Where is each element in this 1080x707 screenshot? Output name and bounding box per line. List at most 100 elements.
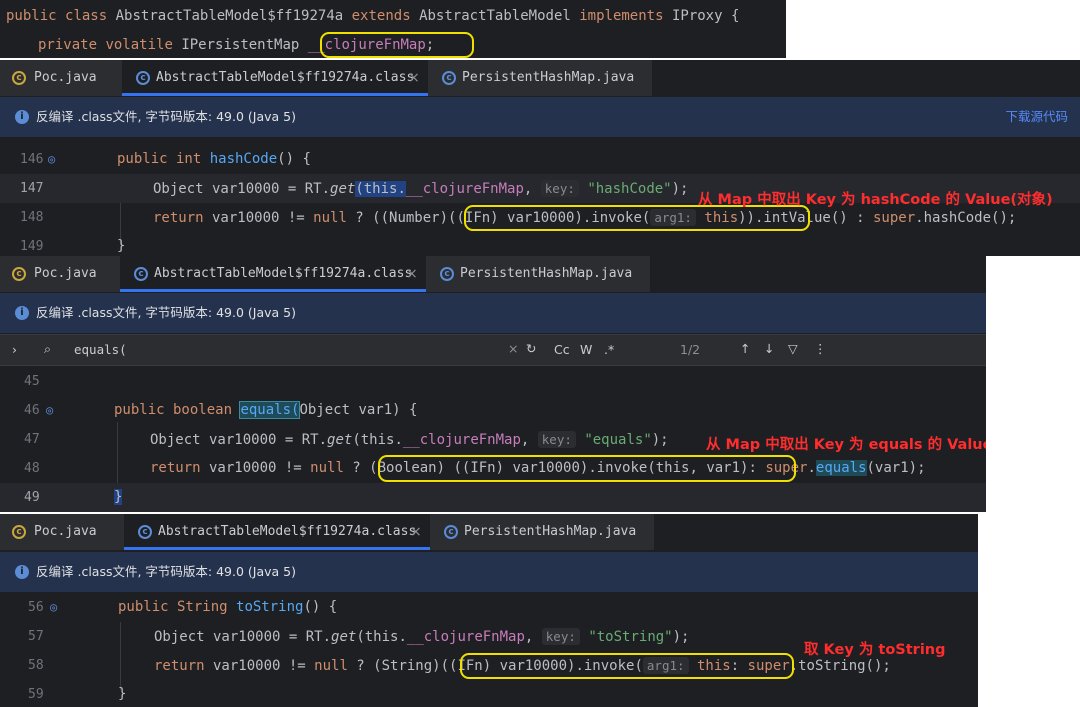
class-file-icon: c: [136, 71, 150, 85]
download-sources-link[interactable]: 下载源代码: [1005, 97, 1068, 137]
editor-panel-equals: c Poc.java c AbstractTableModel$ff19274a.c…: [0, 256, 986, 512]
keyword: super: [873, 210, 916, 226]
line-number: 48: [24, 461, 40, 476]
code-text: (this.: [356, 629, 407, 645]
next-match-icon[interactable]: ↓: [764, 341, 774, 356]
line-number: 147: [20, 181, 44, 196]
code-text: Object var1) {: [299, 402, 418, 418]
keyword: null: [314, 658, 348, 674]
tab-persistenthashmap-java[interactable]: c PersistentHashMap.java: [430, 514, 654, 550]
tab-poc-java[interactable]: c Poc.java: [0, 256, 120, 292]
line-number: 59: [28, 687, 44, 702]
code-text: ,: [523, 181, 541, 197]
more-options-icon[interactable]: ⋮: [814, 341, 827, 356]
tab-label: Poc.java: [34, 70, 97, 85]
field-highlight-box: [320, 32, 474, 58]
override-marker-icon[interactable]: ◎: [48, 145, 55, 174]
info-text: 反编译 .class文件, 字节码版本: 49.0 (Java 5): [36, 305, 296, 320]
previous-match-icon[interactable]: ↑: [740, 341, 750, 356]
class-file-icon: c: [134, 267, 148, 281]
java-file-icon: c: [12, 267, 26, 281]
filter-icon[interactable]: ▽: [788, 341, 798, 356]
method-name: toString: [236, 599, 304, 615]
invoke-highlight-box: [460, 653, 794, 679]
line-number: 146: [20, 152, 44, 167]
override-marker-icon[interactable]: ◎: [50, 593, 57, 622]
annotation-tostring: 取 Key 为 toString: [804, 642, 946, 658]
search-input[interactable]: equals(: [74, 342, 127, 357]
tab-label: PersistentHashMap.java: [462, 70, 635, 85]
base-class: AbstractTableModel: [419, 8, 571, 24]
annotation-equals: 从 Map 中取出 Key 为 equals 的 Value (对象): [706, 437, 986, 453]
code-text: var10000 !=: [203, 210, 314, 226]
code-text: ,: [520, 432, 538, 448]
tab-poc-java[interactable]: c Poc.java: [0, 60, 122, 96]
match-case-toggle[interactable]: Cc: [554, 342, 570, 357]
editor-tabs: c Poc.java c AbstractTableModel$ff19274a.c…: [0, 256, 650, 292]
whole-word-toggle[interactable]: W: [580, 342, 592, 357]
match-count: 1/2: [680, 342, 701, 357]
close-icon[interactable]: ×: [408, 60, 420, 96]
tab-label: Poc.java: [34, 524, 97, 539]
clear-icon[interactable]: ×: [508, 341, 518, 356]
tab-label: AbstractTableModel$ff19274a.class: [158, 524, 417, 539]
tab-label: Poc.java: [34, 266, 97, 281]
code-text: );: [672, 629, 690, 645]
tab-persistenthashmap-java[interactable]: c PersistentHashMap.java: [428, 60, 652, 96]
tab-persistenthashmap-java[interactable]: c PersistentHashMap.java: [426, 256, 650, 292]
line-number: 149: [20, 239, 44, 254]
code-text: (this.: [355, 181, 406, 197]
code-text: ? (String): [347, 658, 441, 674]
line-number: 47: [24, 432, 40, 447]
regex-toggle[interactable]: .*: [604, 342, 614, 357]
tab-label: PersistentHashMap.java: [460, 266, 633, 281]
parameter-hint: key:: [537, 431, 576, 448]
method-name: equals(: [239, 401, 301, 419]
info-text: 反编译 .class文件, 字节码版本: 49.0 (Java 5): [36, 564, 296, 579]
close-icon[interactable]: ×: [406, 256, 418, 292]
code-line: 146 ◎ public int hashCode() {: [0, 145, 1080, 174]
keyword: public boolean: [114, 402, 241, 418]
expand-chevron-icon[interactable]: ›: [12, 342, 17, 357]
code-line: 149 }: [0, 232, 1080, 256]
class-name: AbstractTableModel$ff19274a: [115, 8, 344, 24]
type-name: IPersistentMap: [181, 37, 300, 53]
method-name: equals: [815, 460, 867, 476]
keyword: volatile: [105, 37, 173, 53]
history-icon[interactable]: ↻: [526, 341, 536, 356]
annotation-hashcode: 从 Map 中取出 Key 为 hashCode 的 Value(对象): [698, 192, 1053, 208]
decompiled-info-bar: i 反编译 .class文件, 字节码版本: 49.0 (Java 5): [0, 293, 986, 333]
method-name: get: [327, 432, 353, 448]
class-file-icon: c: [138, 525, 152, 539]
code-line: 49 }: [0, 483, 986, 512]
editor-panel-hashcode: c Poc.java c AbstractTableModel$ff19274a.c…: [0, 60, 1080, 256]
tab-poc-java[interactable]: c Poc.java: [0, 514, 124, 550]
string-literal: "hashCode": [587, 181, 672, 197]
tab-abstracttablemodel-class[interactable]: c AbstractTableModel$ff19274a.class ×: [122, 60, 428, 96]
invoke-highlight-box: [378, 455, 796, 482]
method-name: get: [331, 629, 357, 645]
java-file-icon: c: [12, 71, 26, 85]
code-text: .: [807, 460, 816, 476]
line-number: 49: [24, 490, 40, 505]
keyword: return: [153, 210, 204, 226]
string-literal: "equals": [584, 432, 652, 448]
code-text: );: [671, 181, 689, 197]
keyword: null: [310, 460, 344, 476]
close-icon[interactable]: ×: [410, 514, 422, 550]
parameter-hint: key:: [540, 180, 579, 197]
field-name: __clojureFnMap: [402, 432, 521, 448]
code-text: );: [651, 432, 669, 448]
java-file-icon: c: [12, 525, 26, 539]
code-text: .hashCode();: [915, 210, 1017, 226]
field-name: __clojureFnMap: [405, 181, 524, 197]
method-name: hashCode: [209, 151, 278, 167]
tab-abstracttablemodel-class[interactable]: c AbstractTableModel$ff19274a.class ×: [120, 256, 426, 292]
class-file-icon: c: [442, 71, 456, 85]
code-text: () {: [277, 151, 311, 167]
info-text: 反编译 .class文件, 字节码版本: 49.0 (Java 5): [36, 109, 296, 124]
override-marker-icon[interactable]: ◎: [46, 396, 53, 425]
editor-tabs: c Poc.java c AbstractTableModel$ff19274a.c…: [0, 514, 654, 550]
info-icon: i: [15, 565, 29, 579]
tab-abstracttablemodel-class[interactable]: c AbstractTableModel$ff19274a.class ×: [124, 514, 430, 550]
